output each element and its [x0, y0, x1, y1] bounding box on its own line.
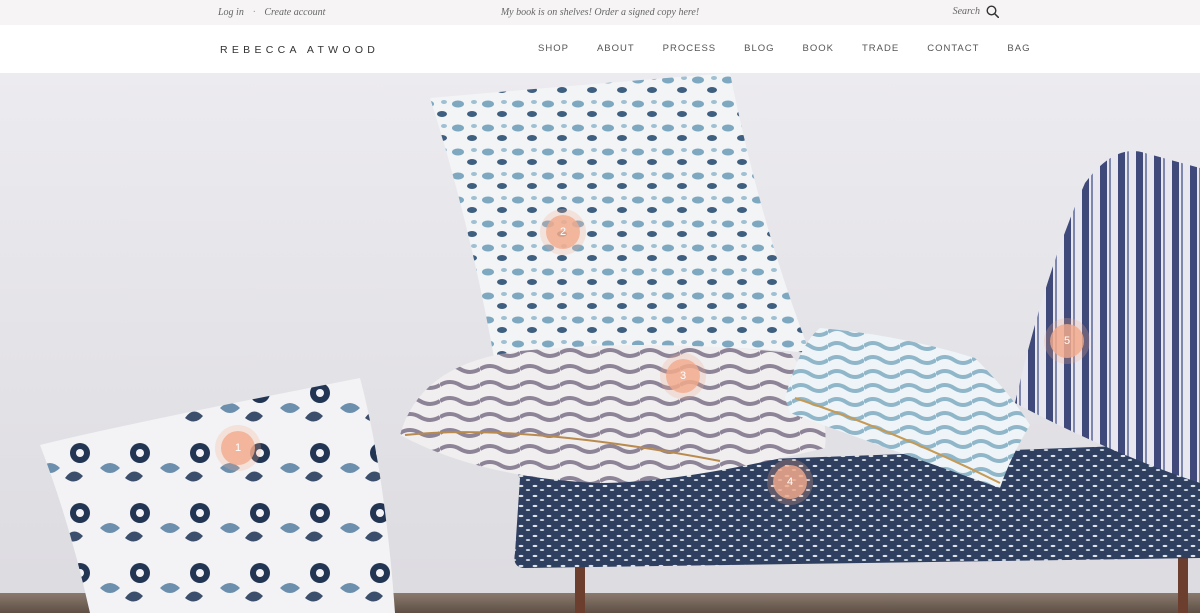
- hero-illustration: [0, 73, 1200, 613]
- nav-bag[interactable]: BAG: [1007, 43, 1030, 54]
- nav-about[interactable]: ABOUT: [597, 43, 635, 54]
- nav-contact[interactable]: CONTACT: [927, 43, 979, 54]
- product-hotspot-3[interactable]: 3: [666, 359, 700, 393]
- promo-link[interactable]: My book is on shelves! Order a signed co…: [501, 7, 699, 18]
- nav-trade[interactable]: TRADE: [862, 43, 899, 54]
- search-icon[interactable]: [986, 5, 999, 18]
- main-nav: SHOP ABOUT PROCESS BLOG BOOK TRADE CONTA…: [538, 43, 1058, 54]
- product-hotspot-4[interactable]: 4: [773, 465, 807, 499]
- hero-image: 1 2 3 4 5: [0, 73, 1200, 613]
- nav-process[interactable]: PROCESS: [663, 43, 716, 54]
- site-header: REBECCA ATWOOD SHOP ABOUT PROCESS BLOG B…: [0, 25, 1200, 73]
- product-hotspot-2[interactable]: 2: [546, 215, 580, 249]
- promo-banner: My book is on shelves! Order a signed co…: [0, 7, 1200, 18]
- nav-book[interactable]: BOOK: [803, 43, 834, 54]
- announcement-bar: Log in · Create account My book is on sh…: [0, 0, 1200, 25]
- search-toggle[interactable]: Search: [953, 5, 999, 18]
- nav-blog[interactable]: BLOG: [744, 43, 774, 54]
- product-hotspot-1[interactable]: 1: [221, 431, 255, 465]
- nav-shop[interactable]: SHOP: [538, 43, 569, 54]
- search-label[interactable]: Search: [953, 6, 980, 17]
- site-logo[interactable]: REBECCA ATWOOD: [220, 44, 379, 56]
- product-hotspot-5[interactable]: 5: [1050, 324, 1084, 358]
